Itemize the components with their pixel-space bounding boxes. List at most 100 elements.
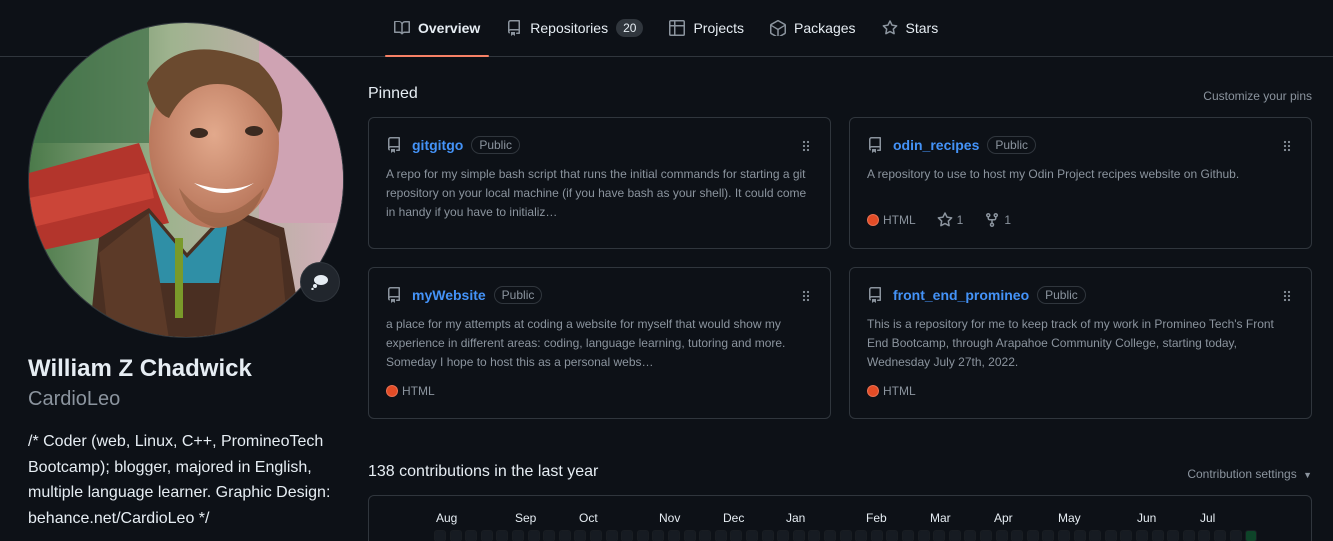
contribution-cell[interactable] (730, 530, 743, 541)
contribution-cell[interactable] (1089, 530, 1102, 541)
language-color-dot (867, 385, 879, 397)
avatar-photo (29, 23, 343, 337)
tab-stars-label: Stars (905, 20, 939, 36)
drag-grip-icon[interactable] (1283, 290, 1291, 302)
contribution-cell[interactable] (1198, 530, 1211, 541)
contribution-cell[interactable] (902, 530, 914, 541)
contribution-cell[interactable] (1182, 530, 1195, 541)
month-label: Aug (436, 511, 458, 525)
month-label: May (1058, 511, 1081, 525)
visibility-badge: Public (987, 136, 1037, 154)
month-label: Jan (786, 511, 806, 525)
contribution-cell[interactable] (465, 530, 478, 541)
profile-avatar[interactable] (28, 22, 344, 338)
forks-link[interactable]: 1 (984, 212, 1011, 228)
contribution-cell[interactable] (1104, 530, 1117, 541)
star-icon (937, 212, 953, 227)
contribution-cell[interactable] (1073, 530, 1086, 541)
set-status-button[interactable] (300, 262, 340, 302)
contribution-settings-dropdown[interactable]: Contribution settings ▼ (1187, 467, 1312, 481)
contribution-cell[interactable] (449, 530, 462, 541)
contribution-cell[interactable] (746, 530, 758, 541)
contribution-cell[interactable] (621, 530, 634, 541)
pinned-repo-card: myWebsite Public a place for my attempts… (368, 267, 831, 419)
contribution-cell[interactable] (1042, 530, 1055, 541)
pinned-repo-name-link[interactable]: gitgitgo (412, 137, 463, 153)
contribution-cell[interactable] (886, 530, 899, 541)
contribution-cell[interactable] (980, 530, 992, 541)
repo-icon (869, 287, 881, 303)
contribution-cell[interactable] (792, 530, 805, 541)
customize-pins-link[interactable]: Customize your pins (1203, 89, 1312, 103)
contribution-cell[interactable] (1026, 530, 1039, 541)
tab-projects[interactable]: Projects (660, 0, 753, 56)
contribution-cell[interactable] (668, 530, 680, 541)
pinned-repo-header: myWebsite Public (386, 284, 813, 306)
drag-grip-icon[interactable] (802, 290, 810, 302)
language-color-dot (386, 385, 398, 397)
package-icon (770, 20, 787, 36)
tab-repositories[interactable]: Repositories 20 (497, 0, 652, 56)
contribution-cell[interactable] (574, 530, 587, 541)
pinned-repo-header: odin_recipes Public (867, 134, 1294, 156)
contribution-cell[interactable] (917, 530, 930, 541)
pinned-repo-name-link[interactable]: front_end_promineo (893, 287, 1029, 303)
pinned-repo-card: front_end_promineo Public This is a repo… (849, 267, 1312, 419)
thought-bubble-icon (311, 275, 328, 290)
contribution-cell[interactable] (652, 530, 665, 541)
month-label: Nov (659, 511, 681, 525)
contribution-cell[interactable] (590, 530, 602, 541)
fork-count: 1 (1004, 213, 1012, 227)
pinned-repo-card: odin_recipes Public A repository to use … (849, 117, 1312, 249)
contribution-cell[interactable] (761, 530, 774, 541)
contribution-cell[interactable] (683, 530, 696, 541)
month-label: Mar (930, 511, 951, 525)
contribution-cell[interactable] (1011, 530, 1024, 541)
tab-projects-label: Projects (693, 20, 745, 36)
contribution-cell[interactable] (1245, 530, 1258, 541)
month-label: Jul (1200, 511, 1216, 525)
contribution-cell[interactable] (933, 530, 946, 541)
contribution-cell[interactable] (948, 530, 961, 541)
contribution-cell[interactable] (636, 530, 649, 541)
contribution-cell[interactable] (512, 530, 524, 541)
contribution-cell[interactable] (1214, 530, 1226, 541)
contribution-cell[interactable] (1167, 530, 1180, 541)
contribution-cell[interactable] (777, 530, 790, 541)
tab-stars[interactable]: Stars (873, 0, 948, 56)
pinned-repo-meta: HTML (386, 384, 435, 398)
contribution-cell[interactable] (964, 530, 977, 541)
tab-packages[interactable]: Packages (761, 0, 864, 56)
pinned-repo-name-link[interactable]: odin_recipes (893, 137, 979, 153)
contribution-cell[interactable] (808, 530, 821, 541)
contribution-cell[interactable] (480, 530, 493, 541)
contribution-cell[interactable] (995, 530, 1008, 541)
contribution-cell[interactable] (699, 530, 712, 541)
stargazers-link[interactable]: 1 (937, 212, 963, 228)
drag-grip-icon[interactable] (1283, 140, 1291, 152)
contribution-cell[interactable] (543, 530, 556, 541)
month-label: Feb (866, 511, 887, 525)
contribution-cell[interactable] (434, 530, 446, 541)
tab-overview[interactable]: Overview (385, 0, 490, 57)
contribution-cell[interactable] (527, 530, 540, 541)
contribution-cell[interactable] (558, 530, 571, 541)
contribution-cell[interactable] (870, 530, 883, 541)
pinned-repo-name-link[interactable]: myWebsite (412, 287, 486, 303)
contribution-cell[interactable] (824, 530, 836, 541)
repo-icon (508, 20, 521, 36)
repo-icon (388, 137, 400, 153)
drag-grip-icon[interactable] (802, 140, 810, 152)
contribution-cell[interactable] (714, 530, 727, 541)
contribution-cell[interactable] (1120, 530, 1133, 541)
repositories-count-badge: 20 (616, 19, 644, 37)
contribution-cell[interactable] (839, 530, 852, 541)
contribution-cell[interactable] (1229, 530, 1242, 541)
contribution-cell[interactable] (1151, 530, 1164, 541)
contribution-cell[interactable] (1058, 530, 1070, 541)
contribution-cell[interactable] (605, 530, 618, 541)
contribution-cell[interactable] (1136, 530, 1148, 541)
contribution-cell[interactable] (855, 530, 868, 541)
language-label: HTML (402, 384, 435, 398)
contribution-cell[interactable] (496, 530, 509, 541)
